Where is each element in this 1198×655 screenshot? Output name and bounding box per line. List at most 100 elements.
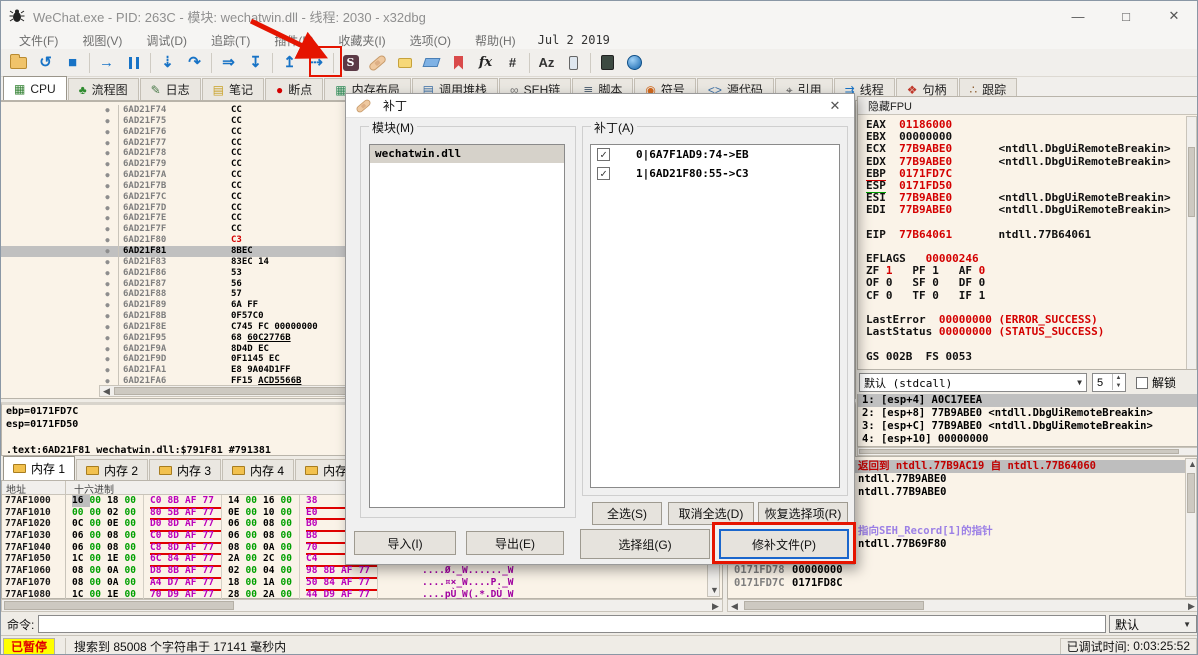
- run-to-cursor-button[interactable]: ⇒: [215, 50, 242, 75]
- patch-checkbox[interactable]: ✓: [597, 167, 610, 180]
- argument-row[interactable]: 3: [esp+C] 77B9ABE0 <ntdll.DbgUiRemoteBr…: [858, 420, 1197, 433]
- menu-item[interactable]: 帮助(H): [463, 32, 528, 49]
- tab-笔记[interactable]: ▤ 笔记: [201, 78, 265, 100]
- module-list-item[interactable]: wechatwin.dll: [370, 145, 564, 163]
- tab-流程图[interactable]: ♣ 流程图: [67, 78, 139, 100]
- tab-CPU[interactable]: ▦ CPU: [3, 76, 67, 100]
- dump-tab-内存 4[interactable]: 内存 4: [222, 459, 295, 480]
- breakpoint-dot-icon[interactable]: ●: [97, 311, 119, 322]
- menu-item[interactable]: 追踪(T): [199, 32, 262, 49]
- register-line[interactable]: EIP 77B64061 ntdll.77B64061: [858, 228, 1197, 241]
- calling-convention-select[interactable]: 默认 (stdcall) ▼: [859, 373, 1087, 392]
- breakpoint-dot-icon[interactable]: ●: [97, 245, 119, 257]
- export-button[interactable]: 导出(E): [466, 531, 564, 555]
- select-group-button[interactable]: 选择组(G): [580, 529, 710, 559]
- step-into-button[interactable]: ⇣: [154, 50, 181, 75]
- register-line[interactable]: EDI 77B9ABE0 <ntdll.DbgUiRemoteBreakin>: [858, 204, 1197, 216]
- step-out-button[interactable]: ↥: [276, 50, 303, 75]
- breakpoint-dot-icon[interactable]: ●: [97, 224, 119, 236]
- command-input[interactable]: [38, 615, 1106, 633]
- hide-fpu-button[interactable]: 隐藏FPU: [858, 97, 1197, 115]
- breakpoint-dot-icon[interactable]: ●: [97, 267, 119, 279]
- tab-日志[interactable]: ✎ 日志: [139, 78, 201, 100]
- breakpoint-dot-icon[interactable]: ●: [97, 137, 119, 149]
- dump-row[interactable]: 77AF1060 08 00 0A 00 D8 8B AF 77 02 00 04 00 98 8B AF 77…: [2, 565, 722, 579]
- pause-button[interactable]: [120, 50, 147, 75]
- argument-row[interactable]: 1: [esp+4] A0C17EEA: [858, 394, 1197, 407]
- dump-tab-内存 2[interactable]: 内存 2: [76, 459, 149, 480]
- spinner-arrows-icon[interactable]: ▲ ▼: [1112, 374, 1124, 390]
- menu-item[interactable]: 文件(F): [7, 32, 70, 49]
- import-button[interactable]: 导入(I): [354, 531, 456, 555]
- select-all-button[interactable]: 全选(S): [592, 502, 662, 525]
- register-line[interactable]: LastStatus 00000000 (STATUS_SUCCESS): [858, 326, 1197, 338]
- run-button[interactable]: →: [93, 50, 120, 75]
- menu-item[interactable]: 视图(V): [70, 32, 134, 49]
- menu-item[interactable]: 选项(O): [398, 32, 463, 49]
- labels-button[interactable]: [418, 50, 445, 75]
- restart-button[interactable]: ↺: [32, 50, 59, 75]
- breakpoint-dot-icon[interactable]: ●: [97, 343, 119, 355]
- patch-list-item[interactable]: ✓ 0|6A7F1AD9:74->EB: [591, 145, 839, 164]
- calculator-button[interactable]: [594, 50, 621, 75]
- favourites-button[interactable]: [445, 50, 472, 75]
- patch-list-item[interactable]: ✓ 1|6AD21F80:55->C3: [591, 164, 839, 183]
- register-line[interactable]: GS 002B FS 0053: [858, 350, 1197, 363]
- breakpoint-dot-icon[interactable]: ●: [97, 321, 119, 333]
- breakpoint-dot-icon[interactable]: ●: [97, 148, 119, 160]
- breakpoint-dot-icon[interactable]: ●: [97, 191, 119, 203]
- command-profile-select[interactable]: 默认 ▼: [1109, 615, 1197, 633]
- breakpoint-dot-icon[interactable]: ●: [97, 213, 119, 225]
- hash-button[interactable]: #: [499, 50, 526, 75]
- breakpoint-dot-icon[interactable]: ●: [97, 300, 119, 312]
- register-line[interactable]: CF 0 TF 0 IF 1: [858, 289, 1197, 302]
- dialog-close-icon[interactable]: ✕: [826, 98, 844, 114]
- breakpoint-dot-icon[interactable]: ●: [97, 354, 119, 366]
- dump-tab-内存 3[interactable]: 内存 3: [149, 459, 222, 480]
- dump-hscrollbar[interactable]: ▶: [1, 599, 723, 612]
- argument-row[interactable]: 2: [esp+8] 77B9ABE0 <ntdll.DbgUiRemoteBr…: [858, 407, 1197, 420]
- attach-button[interactable]: [560, 50, 587, 75]
- minimize-button[interactable]: —: [1055, 1, 1101, 31]
- breakpoint-dot-icon[interactable]: ●: [97, 180, 119, 192]
- step-over-button[interactable]: ↷: [181, 50, 208, 75]
- breakpoint-dot-icon[interactable]: ●: [97, 105, 119, 116]
- dump-tab-内存 1[interactable]: 内存 1: [3, 456, 76, 480]
- tab-断点[interactable]: ● 断点: [265, 78, 324, 100]
- breakpoint-dot-icon[interactable]: ●: [97, 115, 119, 127]
- functions-button[interactable]: fx: [472, 50, 499, 75]
- breakpoint-dot-icon[interactable]: ●: [97, 202, 119, 214]
- strings-button[interactable]: Az: [533, 50, 560, 75]
- argument-row[interactable]: 4: [esp+10] 00000000: [858, 433, 1197, 446]
- breakpoint-dot-icon[interactable]: ●: [97, 126, 119, 138]
- module-list[interactable]: wechatwin.dll: [369, 144, 565, 508]
- patch-list[interactable]: ✓ 0|6A7F1AD9:74->EB ✓ 1|6AD21F80:55->C3: [590, 144, 840, 488]
- comments-button[interactable]: [391, 50, 418, 75]
- breakpoint-dot-icon[interactable]: ●: [97, 332, 119, 344]
- stack-row[interactable]: 0171FD7C 0171FD8C: [728, 577, 1197, 590]
- arguments-hscrollbar[interactable]: [857, 447, 1197, 456]
- breakpoint-dot-icon[interactable]: ●: [97, 256, 119, 268]
- execute-till-return-button[interactable]: ↧: [242, 50, 269, 75]
- open-file-button[interactable]: [5, 50, 32, 75]
- stack-row[interactable]: 0171FD78 00000000: [728, 564, 1197, 577]
- patch-button[interactable]: [364, 50, 391, 75]
- patch-checkbox[interactable]: ✓: [597, 148, 610, 161]
- argument-count-spinner[interactable]: 5 ▲ ▼: [1092, 373, 1126, 392]
- menu-item[interactable]: 调试(D): [134, 32, 199, 49]
- maximize-button[interactable]: □: [1103, 1, 1149, 31]
- breakpoint-dot-icon[interactable]: ●: [97, 278, 119, 290]
- stack-hscrollbar[interactable]: ◀ ▶: [727, 599, 1197, 612]
- close-button[interactable]: ✕: [1151, 1, 1197, 31]
- breakpoint-dot-icon[interactable]: ●: [97, 170, 119, 181]
- breakpoint-dot-icon[interactable]: ●: [97, 365, 119, 377]
- breakpoint-dot-icon[interactable]: ●: [97, 159, 119, 171]
- stop-button[interactable]: ■: [59, 50, 86, 75]
- breakpoint-dot-icon[interactable]: ●: [97, 289, 119, 301]
- arguments-pane[interactable]: 1: [esp+4] A0C17EEA 2: [esp+8] 77B9ABE0 <…: [857, 394, 1197, 447]
- internet-button[interactable]: [621, 50, 648, 75]
- dump-row[interactable]: 77AF1070 08 00 0A 00 A4 D7 AF 77 18 00 1A 00 50 84 AF 77…: [2, 576, 722, 591]
- patch-dialog-titlebar[interactable]: 补丁 ✕: [346, 94, 854, 118]
- breakpoint-dot-icon[interactable]: ●: [97, 235, 119, 246]
- stack-vscrollbar[interactable]: ▲: [1185, 458, 1197, 597]
